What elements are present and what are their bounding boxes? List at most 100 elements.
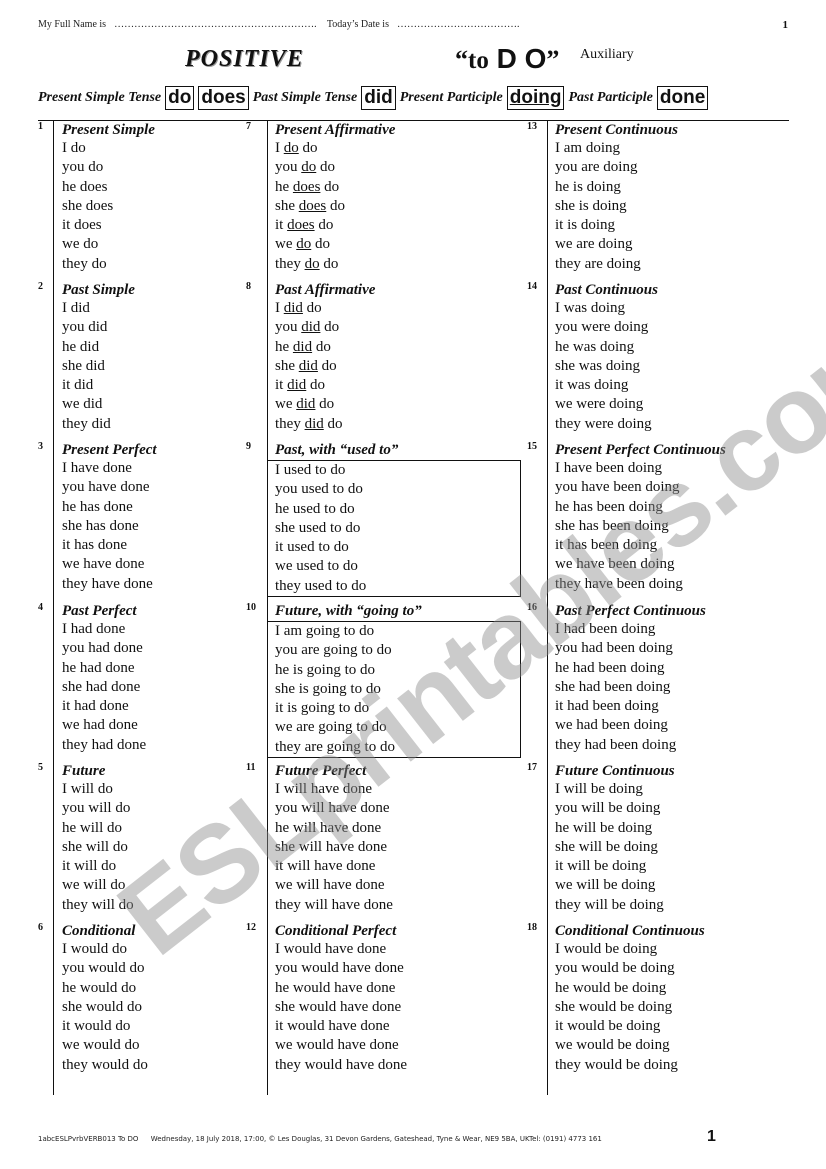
- open-quote: “: [455, 45, 468, 74]
- conjugation-line: they had been doing: [555, 736, 677, 753]
- pronoun: we: [275, 396, 297, 413]
- conjugation-line: it is doing: [555, 217, 616, 234]
- tense-title: Future Perfect: [275, 763, 367, 779]
- conjugation-line: she used to do: [275, 519, 361, 536]
- emphatic-auxiliary: does: [287, 217, 315, 234]
- conjugation-line: it does do: [275, 216, 485, 235]
- conjugation-line: I would be doing: [555, 941, 658, 957]
- footer: 1abcESLPvrbVERB013 To DO Wednesday, 18 J…: [38, 1135, 612, 1143]
- tense-number: 18: [527, 922, 537, 933]
- conjugation-line: it does: [62, 217, 102, 234]
- tense-cell: Conditional Continuous I would be doing yo…: [555, 922, 765, 1075]
- conjugation-line: she will have done: [275, 838, 388, 855]
- conjugation-line: he does: [62, 178, 108, 195]
- main-verb: do: [311, 236, 330, 253]
- conjugation-line: they used to do: [275, 577, 367, 594]
- conjugation-line: he did: [62, 338, 100, 355]
- page-number-bottom: 1: [707, 1128, 716, 1145]
- tense-number: 6: [38, 922, 43, 933]
- conjugation-line: they are doing: [555, 255, 641, 272]
- conjugation-line: she was doing: [555, 357, 640, 374]
- conjugation-line: you do do: [275, 158, 485, 177]
- pronoun: it: [275, 217, 288, 234]
- tense-number: 3: [38, 441, 43, 452]
- conjugation-line: it will have done: [275, 858, 376, 875]
- verb-forms-row: Present Simple Tense do does Past Simple…: [38, 86, 712, 110]
- tense-title: Present Continuous: [555, 122, 678, 138]
- conjugation-line: I was doing: [555, 300, 625, 316]
- conjugation-line: he would do: [62, 979, 137, 996]
- present-participle-label: Present Participle: [399, 90, 503, 105]
- tense-title: Present Perfect Continuous: [555, 442, 726, 458]
- conjugation-line: it would be doing: [555, 1018, 661, 1035]
- conjugation-line: you will be doing: [555, 800, 661, 817]
- tense-cell: Future Perfect I will have done you will h…: [275, 762, 485, 915]
- conjugation-line: we do: [62, 236, 99, 253]
- conjugation-line: he will do: [62, 819, 122, 836]
- pronoun: they: [275, 415, 305, 432]
- tense-cell: Present Perfect Continuous I have been do…: [555, 441, 765, 594]
- date-label: Today’s Date is: [326, 19, 389, 30]
- conjugation-line: we had been doing: [555, 717, 668, 734]
- tense-cell: Past Continuous I was doing you were doing…: [555, 281, 765, 434]
- conjugation-line: they were doing: [555, 415, 652, 432]
- conjugation-line: we will be doing: [555, 877, 656, 894]
- verb-to: to: [468, 47, 489, 74]
- conjugation-line: she will do: [62, 838, 128, 855]
- conjugation-line: I have done: [62, 460, 132, 476]
- tense-title: Past, with “used to”: [275, 442, 399, 458]
- date-field[interactable]: ……………………………….: [397, 19, 520, 30]
- name-label: My Full Name is: [38, 19, 107, 30]
- tense-number: 1: [38, 121, 43, 132]
- conjugation-line: they do do: [275, 255, 485, 274]
- conjugation-line: it did: [62, 377, 94, 394]
- conjugation-line: you would be doing: [555, 960, 675, 977]
- emphatic-auxiliary: do: [283, 140, 299, 156]
- conjugation-line: she had been doing: [555, 678, 671, 695]
- name-field[interactable]: …………………………………………………….: [114, 19, 317, 30]
- conjugation-line: it will do: [62, 858, 117, 875]
- conjugation-line: we have done: [62, 556, 145, 573]
- past-participle-form: done: [656, 86, 709, 110]
- conjugation-line: she has done: [62, 517, 139, 534]
- header-line: My Full Name is ……………………………………………………. Tod…: [38, 19, 527, 30]
- main-verb: do: [306, 377, 326, 394]
- conjugation-line: I do: [62, 140, 86, 156]
- conjugation-line: I would have done: [275, 941, 387, 957]
- conjugation-line: I will be doing: [555, 781, 643, 797]
- title-polarity: POSITIVE: [185, 46, 304, 72]
- present-simple-form-2: does: [198, 86, 249, 110]
- main-verb: do: [312, 338, 331, 355]
- conjugation-line: I had been doing: [555, 621, 656, 637]
- tense-title: Past Perfect Continuous: [555, 603, 706, 619]
- conjugation-line: he used to do: [275, 500, 355, 517]
- conjugation-line: she did: [62, 357, 105, 374]
- pronoun: you: [275, 319, 302, 336]
- tense-number: 10: [246, 602, 256, 613]
- conjugation-line: she will be doing: [555, 838, 658, 855]
- present-participle-form: doing: [506, 86, 565, 110]
- close-quote: ”: [546, 45, 560, 74]
- tense-number: 5: [38, 762, 43, 773]
- pronoun: she: [275, 197, 299, 214]
- tense-title: Future: [62, 763, 106, 779]
- conjugation-line: we had done: [62, 717, 138, 734]
- tense-cell: Future I will do you will do he will do she …: [62, 762, 272, 915]
- conjugation-line: she does: [62, 197, 114, 214]
- conjugation-line: you are doing: [555, 159, 638, 176]
- conjugation-line: I did do: [275, 299, 485, 318]
- conjugation-line: it had been doing: [555, 698, 659, 715]
- conjugation-line: they will be doing: [555, 896, 664, 913]
- tense-number: 11: [246, 762, 256, 773]
- conjugation-line: he will be doing: [555, 819, 653, 836]
- conjugation-line: we used to do: [275, 558, 358, 575]
- tense-title: Future Continuous: [555, 763, 675, 779]
- conjugation-line: he has done: [62, 498, 133, 515]
- conjugation-line: you have done: [62, 479, 150, 496]
- tense-cell: Present Simple I do you do he does she does i…: [62, 121, 272, 274]
- conjugation-line: he is doing: [555, 178, 621, 195]
- conjugation-line: she would have done: [275, 998, 402, 1015]
- pronoun: you: [275, 159, 302, 176]
- conjugation-line: he would have done: [275, 979, 396, 996]
- conjugation-line: you had been doing: [555, 640, 673, 657]
